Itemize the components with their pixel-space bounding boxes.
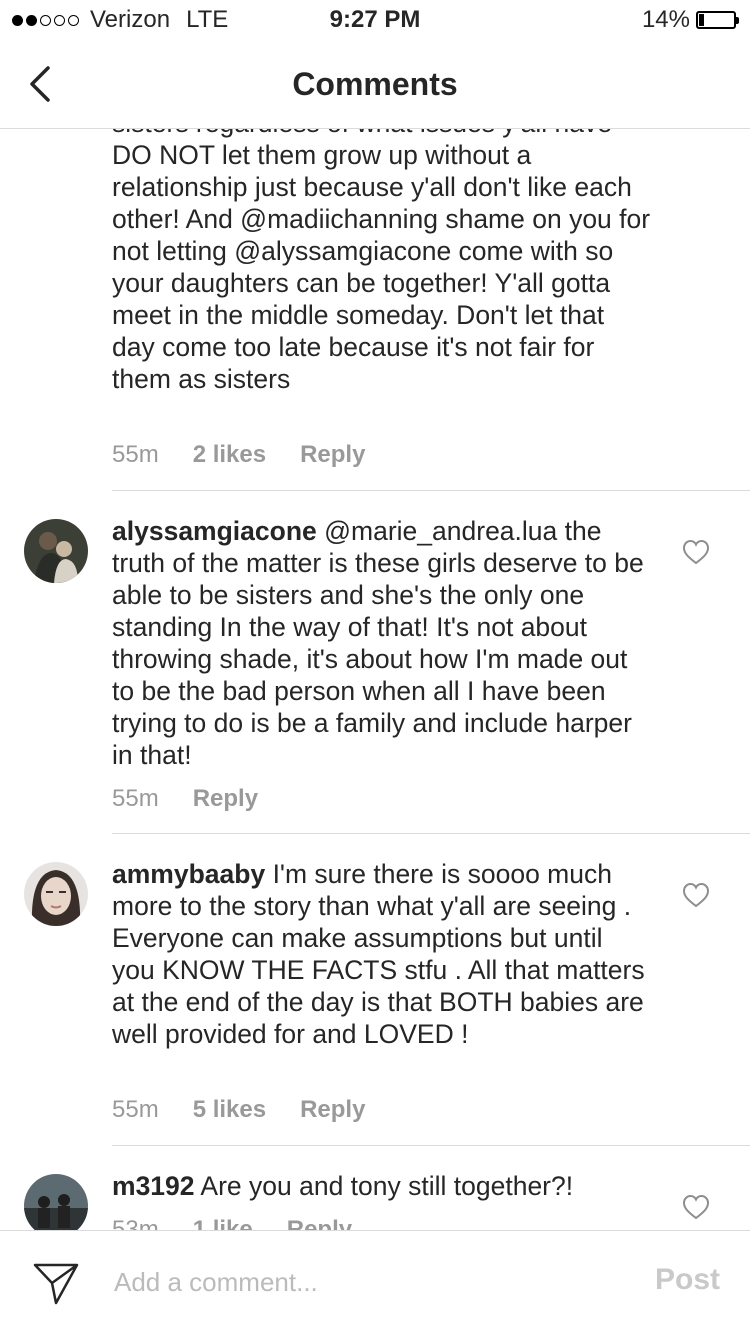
- divider: [112, 833, 750, 834]
- battery-percent: 14%: [641, 6, 690, 33]
- comment-likes[interactable]: 5 likes: [193, 1096, 266, 1124]
- nav-header: Comments: [0, 40, 750, 129]
- avatar[interactable]: [24, 862, 88, 926]
- comment-time: 55m: [112, 785, 159, 812]
- avatar-image: [24, 519, 88, 583]
- comment-time: 55m: [112, 441, 159, 468]
- reply-button[interactable]: Reply: [300, 1096, 365, 1124]
- like-button[interactable]: [682, 882, 710, 908]
- post-button[interactable]: Post: [655, 1263, 720, 1297]
- comment-time: 53m: [112, 1216, 159, 1230]
- like-button[interactable]: [682, 539, 710, 565]
- comment-text: ammybaaby I'm sure there is soooo much m…: [112, 859, 645, 1049]
- comment-likes[interactable]: 1 like: [193, 1216, 253, 1230]
- page-title: Comments: [292, 66, 458, 102]
- reply-button[interactable]: Reply: [193, 785, 258, 813]
- comment-meta: 55m Reply: [112, 785, 292, 813]
- paper-plane-icon: [33, 1263, 79, 1305]
- comment-input[interactable]: [114, 1267, 594, 1298]
- reply-button[interactable]: Reply: [287, 1216, 352, 1230]
- comment-likes[interactable]: 2 likes: [193, 441, 266, 469]
- heart-icon: [682, 539, 710, 565]
- comments-list[interactable]: sisters regardless of what issues y'all …: [0, 129, 750, 1230]
- comment-username[interactable]: m3192: [112, 1171, 195, 1201]
- comment-username[interactable]: alyssamgiacone: [112, 516, 317, 546]
- reply-button[interactable]: Reply: [300, 441, 365, 469]
- avatar[interactable]: [24, 519, 88, 583]
- comment-text: sisters regardless of what issues y'all …: [112, 129, 651, 394]
- divider: [112, 1145, 750, 1146]
- divider: [112, 490, 750, 491]
- avatar-image: [24, 862, 88, 926]
- status-right: 14%: [641, 6, 739, 34]
- comment-text: alyssamgiacone @marie_andrea.lua the tru…: [112, 516, 644, 770]
- avatar[interactable]: [24, 1174, 88, 1230]
- avatar-image: [24, 1174, 88, 1230]
- like-button[interactable]: [682, 1194, 710, 1220]
- comment-username[interactable]: ammybaaby: [112, 859, 265, 889]
- heart-icon: [682, 1194, 710, 1220]
- heart-icon: [682, 882, 710, 908]
- send-button[interactable]: [32, 1261, 80, 1307]
- comment-time: 55m: [112, 1096, 159, 1123]
- battery-icon: [696, 11, 739, 29]
- comment-meta: 55m 2 likes Reply: [112, 441, 399, 469]
- comment-meta: 53m 1 like Reply: [112, 1216, 386, 1230]
- comment-composer: Post: [0, 1230, 750, 1335]
- status-bar: Verizon LTE 9:27 PM 14%: [0, 0, 750, 40]
- comment-text: m3192 Are you and tony still together?!: [112, 1171, 574, 1201]
- comment-meta: 55m 5 likes Reply: [112, 1096, 399, 1124]
- status-time: 9:27 PM: [329, 6, 421, 33]
